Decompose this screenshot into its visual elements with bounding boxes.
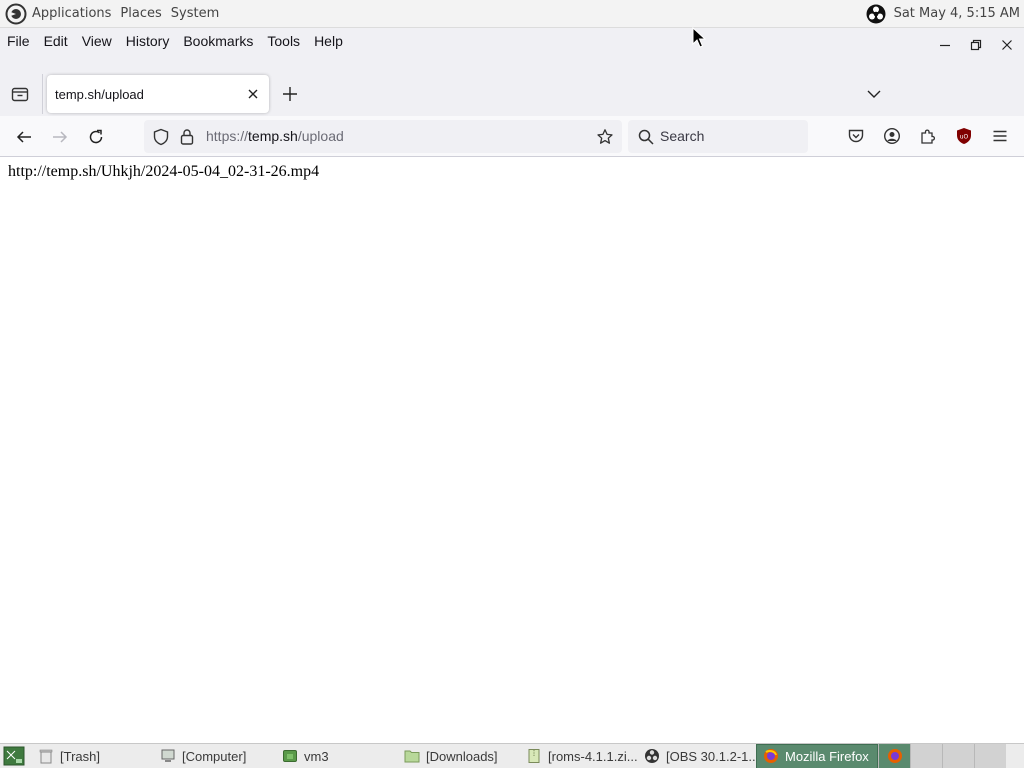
svg-text:uO: uO bbox=[960, 134, 969, 141]
menu-tools[interactable]: Tools bbox=[260, 33, 307, 49]
menu-history[interactable]: History bbox=[119, 33, 177, 49]
task-label: vm3 bbox=[304, 748, 329, 764]
firefox-view-icon[interactable] bbox=[10, 84, 30, 104]
tab-strip: temp.sh/upload bbox=[0, 54, 1024, 116]
folder-icon bbox=[404, 750, 420, 763]
url-host: temp.sh bbox=[248, 128, 298, 144]
back-button[interactable] bbox=[14, 127, 34, 147]
account-button[interactable] bbox=[883, 127, 901, 145]
task-label: [Downloads] bbox=[426, 748, 498, 764]
puzzle-extensions-icon bbox=[921, 129, 935, 144]
menu-bookmarks[interactable]: Bookmarks bbox=[176, 33, 260, 49]
forward-arrow-icon bbox=[53, 131, 68, 143]
hamburger-menu-icon bbox=[993, 130, 1007, 142]
top-panel: Applications Places System Sat May 4, 5:… bbox=[0, 0, 1024, 28]
forward-button[interactable] bbox=[50, 127, 70, 147]
ublock-origin-button[interactable]: uO bbox=[955, 127, 973, 145]
show-desktop-icon bbox=[3, 746, 25, 766]
panel-menu-applications[interactable]: Applications bbox=[32, 6, 111, 21]
panel-menu-places[interactable]: Places bbox=[120, 6, 161, 21]
app-menu-button[interactable] bbox=[991, 127, 1009, 145]
pocket-icon bbox=[848, 129, 864, 143]
obs-tray-icon[interactable] bbox=[866, 4, 886, 24]
window-controls bbox=[936, 36, 1016, 54]
archive-icon bbox=[528, 749, 540, 763]
minimize-icon bbox=[940, 44, 950, 47]
menu-help[interactable]: Help bbox=[307, 33, 350, 49]
url-text[interactable]: https://temp.sh/upload bbox=[206, 128, 344, 144]
reload-icon bbox=[89, 129, 103, 144]
firefox-icon bbox=[887, 749, 902, 763]
menu-file[interactable]: File bbox=[0, 33, 37, 49]
menu-edit[interactable]: Edit bbox=[37, 33, 75, 49]
url-scheme: https:// bbox=[206, 128, 249, 144]
task-roms-archive[interactable]: [roms-4.1.1.zi... bbox=[516, 744, 638, 768]
ublock-shield-icon: uO bbox=[957, 128, 971, 144]
bottom-taskbar: [Trash] [Computer] vm3 [Downloads] [roms… bbox=[0, 743, 1024, 768]
browser-menubar: File Edit View History Bookmarks Tools H… bbox=[0, 28, 1024, 54]
task-downloads[interactable]: [Downloads] bbox=[394, 744, 516, 768]
mouse-cursor-icon bbox=[692, 27, 706, 48]
tab-separator bbox=[42, 74, 43, 114]
task-label: [OBS 30.1.2-1... bbox=[666, 748, 756, 764]
task-vm3[interactable]: vm3 bbox=[272, 744, 394, 768]
obs-icon bbox=[645, 749, 659, 763]
new-tab-icon[interactable] bbox=[281, 85, 299, 103]
task-label: [roms-4.1.1.zi... bbox=[548, 748, 638, 764]
search-bar[interactable]: Search bbox=[628, 120, 808, 153]
url-path: /upload bbox=[297, 128, 344, 144]
task-mozilla-firefox[interactable]: Mozilla Firefox bbox=[756, 743, 878, 768]
close-window-button[interactable] bbox=[998, 36, 1016, 54]
computer-icon bbox=[161, 749, 175, 762]
bookmark-star-icon[interactable] bbox=[596, 128, 614, 146]
extensions-button[interactable] bbox=[919, 127, 937, 145]
lock-icon[interactable] bbox=[179, 128, 195, 146]
close-icon bbox=[1002, 40, 1012, 50]
list-all-tabs-chevron-icon[interactable] bbox=[865, 86, 883, 102]
workspace-4[interactable] bbox=[974, 744, 1006, 768]
task-label: [Computer] bbox=[182, 748, 247, 764]
page-content: http://temp.sh/Uhkjh/2024-05-04_02-31-26… bbox=[0, 157, 1024, 743]
minimize-button[interactable] bbox=[936, 36, 954, 54]
tab-close-icon[interactable] bbox=[245, 86, 261, 102]
restore-icon bbox=[970, 39, 982, 51]
task-computer[interactable]: [Computer] bbox=[150, 744, 272, 768]
panel-menu-system[interactable]: System bbox=[171, 6, 219, 21]
workspace-2[interactable] bbox=[910, 744, 942, 768]
search-icon bbox=[638, 129, 654, 145]
search-placeholder: Search bbox=[660, 128, 705, 144]
firefox-icon bbox=[764, 749, 778, 763]
trash-icon bbox=[39, 749, 53, 764]
uploaded-file-url[interactable]: http://temp.sh/Uhkjh/2024-05-04_02-31-26… bbox=[8, 163, 319, 181]
tracking-protection-shield-icon[interactable] bbox=[152, 128, 170, 146]
task-obs[interactable]: [OBS 30.1.2-1... bbox=[638, 744, 756, 768]
task-label: Mozilla Firefox bbox=[785, 748, 869, 764]
reload-button[interactable] bbox=[86, 127, 106, 147]
distro-logo-icon[interactable] bbox=[5, 3, 27, 25]
workspace-1[interactable] bbox=[878, 744, 910, 768]
tab-temp-sh-upload[interactable]: temp.sh/upload bbox=[47, 75, 269, 113]
tab-title: temp.sh/upload bbox=[55, 86, 144, 102]
menu-view[interactable]: View bbox=[75, 33, 119, 49]
navigation-toolbar: https://temp.sh/upload Search uO bbox=[0, 116, 1024, 157]
desktop: Applications Places System Sat May 4, 5:… bbox=[0, 0, 1024, 768]
workspace-3[interactable] bbox=[942, 744, 974, 768]
show-desktop-button[interactable] bbox=[0, 744, 28, 768]
restore-button[interactable] bbox=[967, 36, 985, 54]
task-label: [Trash] bbox=[60, 748, 100, 764]
folder-icon bbox=[283, 750, 297, 762]
back-arrow-icon bbox=[16, 131, 31, 143]
account-icon bbox=[883, 127, 901, 145]
task-trash[interactable]: [Trash] bbox=[28, 744, 150, 768]
clock[interactable]: Sat May 4, 5:15 AM bbox=[894, 6, 1020, 21]
pocket-button[interactable] bbox=[847, 127, 865, 145]
url-bar[interactable]: https://temp.sh/upload bbox=[144, 120, 622, 153]
